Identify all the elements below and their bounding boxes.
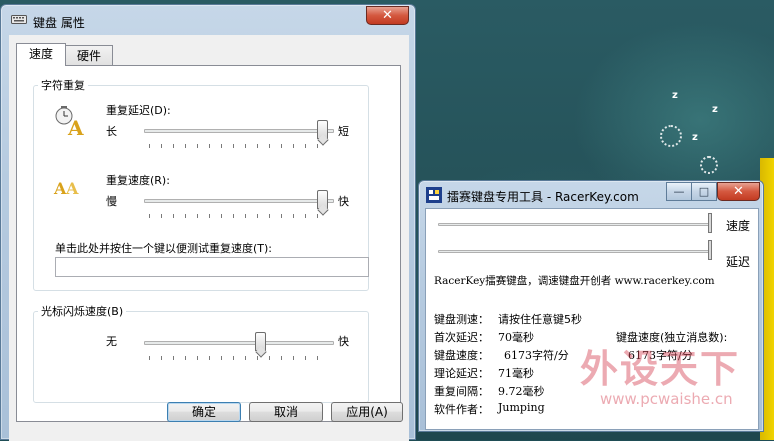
keyboard-icon — [11, 15, 27, 24]
watermark-url: www.pcwaishe.cn — [600, 390, 733, 408]
repeat-rate-icon: A A — [53, 179, 79, 198]
repeat-rate-slider-thumb[interactable] — [317, 190, 328, 209]
speed-row-value: 6173字符/分 — [504, 349, 569, 362]
repeat-delay-long-label: 长 — [106, 125, 117, 138]
desktop-z-mark: z — [712, 104, 718, 115]
desktop-bubble — [660, 125, 682, 147]
close-button[interactable]: ✕ — [366, 6, 409, 25]
tab-speed[interactable]: 速度 — [16, 43, 66, 66]
cursor-blink-slider-track[interactable] — [144, 341, 334, 345]
window-title: 擂赛键盘专用工具 - RacerKey.com — [447, 190, 639, 204]
first-delay-value: 70毫秒 — [498, 331, 534, 344]
delay-slider-label: 延迟 — [726, 255, 751, 269]
desktop-bubble — [700, 156, 718, 174]
first-delay-label: 首次延迟： — [434, 331, 489, 344]
blink-fast-label: 快 — [338, 335, 349, 348]
dialog-client: 速度 硬件 字符重复 A 重复延迟(D): 长 短 A A 重复速度(R): 慢… — [9, 35, 409, 441]
repeat-delay-slider-thumb[interactable] — [317, 120, 328, 139]
interval-value: 9.72毫秒 — [498, 385, 545, 398]
racerkey-app-icon — [426, 187, 442, 203]
speed-row-label: 键盘速度： — [434, 349, 489, 362]
tagline: RacerKey擂赛键盘，调速键盘开创者 www.racerkey.com — [434, 275, 715, 287]
close-button[interactable]: ✕ — [717, 182, 760, 201]
titlebar[interactable]: 擂赛键盘专用工具 - RacerKey.com — □ ✕ — [419, 181, 763, 207]
theory-delay-value: 71毫秒 — [498, 367, 534, 380]
desktop-z-mark: z — [672, 90, 678, 101]
speed-tab-panel: 字符重复 A 重复延迟(D): 长 短 A A 重复速度(R): 慢 快 单击此… — [16, 65, 401, 422]
speed-slider-thumb[interactable] — [708, 213, 712, 233]
cursor-blink-slider-thumb[interactable] — [255, 332, 266, 351]
repeat-rate-slow-label: 慢 — [106, 195, 117, 208]
maximize-button[interactable]: □ — [691, 182, 717, 201]
desktop-z-mark: z — [692, 132, 698, 143]
tab-hardware[interactable]: 硬件 — [65, 45, 113, 66]
author-value: Jumping — [498, 401, 545, 414]
window-title: 键盘 属性 — [33, 16, 85, 30]
minimize-button[interactable]: — — [666, 182, 692, 201]
blink-none-label: 无 — [106, 335, 117, 348]
svg-text:A: A — [65, 179, 79, 198]
ok-button[interactable]: 确定 — [167, 402, 241, 422]
repeat-delay-short-label: 短 — [338, 125, 349, 138]
cursor-blink-title: 光标闪烁速度(B) — [38, 303, 127, 319]
repeat-delay-icon: A — [55, 106, 84, 137]
theory-delay-label: 理论延迟： — [434, 367, 489, 380]
apply-button[interactable]: 应用(A) — [331, 402, 403, 422]
author-label: 软件作者： — [434, 403, 489, 416]
speed-slider-track[interactable] — [438, 223, 710, 226]
repeat-test-field[interactable] — [55, 257, 369, 277]
repeat-rate-slider-track[interactable] — [144, 199, 334, 203]
cursor-blink-ticks — [149, 356, 329, 360]
speed-slider-label: 速度 — [726, 219, 751, 233]
site-watermark: 外设天下 www.pcwaishe.cn — [580, 338, 760, 418]
keyboard-properties-window: 键盘 属性 ✕ 速度 硬件 字符重复 A 重复延迟(D): 长 短 A A 重复… — [0, 4, 416, 441]
watermark-logo-text: 外设天下 — [580, 347, 741, 391]
test-label: 键盘测速： — [434, 313, 489, 326]
titlebar[interactable]: 键盘 属性 ✕ — [1, 5, 415, 33]
cancel-button[interactable]: 取消 — [249, 402, 323, 422]
repeat-rate-label: 重复速度(R): — [106, 174, 170, 187]
repeat-rate-ticks — [149, 214, 329, 218]
repeat-test-prompt: 单击此处并按住一个键以便测试重复速度(T): — [55, 242, 273, 255]
repeat-rate-fast-label: 快 — [338, 195, 349, 208]
interval-label: 重复间隔： — [434, 385, 489, 398]
test-value: 请按住任意键5秒 — [498, 313, 582, 326]
delay-slider-track[interactable] — [438, 250, 710, 253]
delay-slider-thumb[interactable] — [708, 240, 712, 260]
svg-text:A: A — [67, 116, 84, 137]
svg-text:A: A — [53, 179, 67, 198]
repeat-delay-slider-track[interactable] — [144, 129, 334, 133]
repeat-delay-ticks — [149, 144, 329, 148]
char-repeat-title: 字符重复 — [38, 77, 88, 93]
repeat-delay-label: 重复延迟(D): — [106, 104, 171, 117]
